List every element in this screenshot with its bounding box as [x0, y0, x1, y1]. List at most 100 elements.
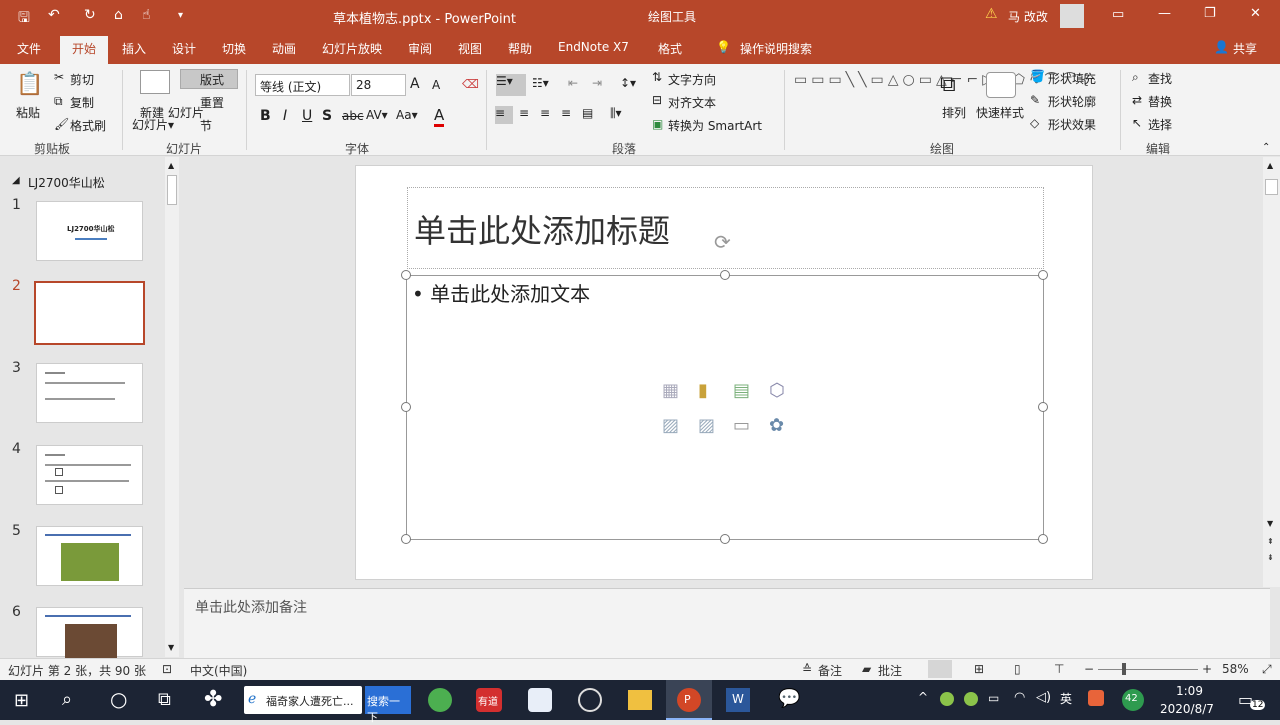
- body-placeholder-text[interactable]: • 单击此处添加文本: [412, 278, 590, 307]
- insert-chart-icon[interactable]: ▮: [698, 380, 708, 401]
- ime-indicator[interactable]: 英: [1060, 690, 1072, 707]
- minimize-button[interactable]: —: [1158, 6, 1171, 21]
- slide-thumbnail-5[interactable]: [36, 526, 143, 586]
- security-badge[interactable]: 42: [1122, 689, 1144, 711]
- shape-effects-button[interactable]: 形状效果: [1048, 116, 1096, 133]
- tab-animations[interactable]: 动画: [272, 40, 296, 57]
- 360-icon[interactable]: [428, 688, 452, 712]
- tab-home[interactable]: 开始: [60, 36, 109, 64]
- share-button[interactable]: 共享: [1233, 40, 1257, 57]
- notes-pane[interactable]: 单击此处添加备注: [184, 588, 1270, 658]
- shape-fill-button[interactable]: 形状填充: [1048, 70, 1096, 87]
- quick-styles-icon[interactable]: [986, 72, 1016, 98]
- align-text-icon[interactable]: ⊟: [652, 93, 662, 107]
- resize-handle[interactable]: [1038, 402, 1048, 412]
- change-case-icon[interactable]: Aa▾: [396, 108, 418, 122]
- start-icon[interactable]: ⊞: [14, 690, 29, 711]
- reset-button[interactable]: 重置: [200, 94, 224, 111]
- align-left-icon[interactable]: ≡: [495, 106, 513, 124]
- new-slide-icon[interactable]: [140, 70, 170, 94]
- smartart-icon[interactable]: ▣: [652, 117, 663, 131]
- resize-handle[interactable]: [1038, 534, 1048, 544]
- next-slide-icon[interactable]: ⇟: [1267, 553, 1274, 562]
- slide-thumbnail-2[interactable]: [34, 281, 145, 345]
- accessibility-icon[interactable]: ⊡: [162, 662, 172, 676]
- shadow-icon[interactable]: S: [322, 108, 332, 124]
- touch-mode-icon[interactable]: ☝: [142, 7, 151, 23]
- search-button[interactable]: 搜索一下: [365, 686, 411, 724]
- zoom-out-icon[interactable]: −: [1084, 662, 1094, 676]
- quick-styles-button[interactable]: 快速样式: [976, 104, 1024, 121]
- copy-button[interactable]: 复制: [70, 94, 94, 111]
- scroll-thumb[interactable]: [167, 175, 177, 205]
- font-size-select[interactable]: 28: [351, 74, 406, 96]
- battery-icon[interactable]: ▭: [988, 691, 999, 705]
- convert-smartart-button[interactable]: 转换为 SmartArt: [668, 117, 762, 134]
- avatar[interactable]: [1060, 4, 1084, 28]
- collapse-ribbon-icon[interactable]: ⌃: [1262, 142, 1270, 153]
- tray-app-icon[interactable]: [964, 692, 978, 706]
- thumbs-scrollbar[interactable]: ▲ ▼: [165, 157, 179, 657]
- customize-qat-icon[interactable]: ▾: [178, 10, 183, 21]
- rotate-handle-icon[interactable]: ⟳: [714, 230, 731, 254]
- slide-scrollbar[interactable]: ▲ ▼ ⇞ ⇟: [1263, 157, 1280, 587]
- slide-thumbnail-6[interactable]: [36, 607, 143, 658]
- obs-icon[interactable]: [578, 688, 602, 712]
- title-placeholder-text[interactable]: 单击此处添加标题: [414, 206, 670, 252]
- insert-3d-model-icon[interactable]: ⬡: [769, 380, 785, 401]
- slide-thumbnail-1[interactable]: LJ2700华山松: [36, 201, 143, 261]
- paste-button[interactable]: 粘贴: [16, 104, 40, 121]
- select-button[interactable]: 选择: [1148, 116, 1172, 133]
- insert-table-icon[interactable]: ▦: [662, 380, 679, 401]
- tab-design[interactable]: 设计: [172, 40, 196, 57]
- underline-icon[interactable]: U: [302, 108, 312, 124]
- ribbon-display-icon[interactable]: ▭: [1112, 7, 1124, 22]
- tab-transitions[interactable]: 切换: [222, 40, 246, 57]
- bold-icon[interactable]: B: [260, 108, 271, 124]
- increase-indent-icon[interactable]: ⇥: [592, 76, 602, 90]
- wechat-icon[interactable]: 💬: [778, 688, 800, 709]
- slide-canvas[interactable]: 单击此处添加标题 ⟳ • 单击此处添加文本 ▦ ▮ ▤ ⬡ ▨ ▨ ▭ ✿: [355, 165, 1093, 580]
- zoom-level[interactable]: 58%: [1222, 662, 1249, 676]
- fit-slide-icon[interactable]: ⤢: [1262, 662, 1272, 677]
- file-explorer-icon[interactable]: [628, 690, 652, 710]
- tab-insert[interactable]: 插入: [122, 40, 146, 57]
- justify-icon[interactable]: ≡: [561, 106, 571, 120]
- shapes-gallery[interactable]: ▭▭▭╲╲▭△○▭△⌐⌐▷⇩⬠∿⌒⌒{: [794, 70, 1090, 132]
- clear-format-icon[interactable]: ⌫: [462, 77, 479, 91]
- shape-effects-icon[interactable]: ◇: [1030, 116, 1039, 130]
- italic-icon[interactable]: I: [283, 108, 287, 124]
- insert-picture-icon[interactable]: ▨: [662, 415, 679, 436]
- title-placeholder[interactable]: 单击此处添加标题: [407, 187, 1044, 269]
- zoom-slider[interactable]: [1098, 669, 1198, 670]
- clock-time[interactable]: 1:09: [1176, 684, 1203, 698]
- volume-icon[interactable]: ◁): [1036, 690, 1051, 705]
- close-button[interactable]: ✕: [1250, 6, 1261, 21]
- section-button[interactable]: 节: [200, 117, 212, 134]
- restore-button[interactable]: ❐: [1204, 6, 1216, 21]
- content-placeholder[interactable]: • 单击此处添加文本 ▦ ▮ ▤ ⬡ ▨ ▨ ▭ ✿: [406, 275, 1044, 540]
- resize-handle[interactable]: [401, 534, 411, 544]
- scroll-thumb[interactable]: [1265, 179, 1278, 195]
- language[interactable]: 中文(中国): [190, 662, 247, 679]
- select-icon[interactable]: ↖: [1132, 116, 1142, 130]
- warning-icon[interactable]: ⚠: [985, 6, 998, 22]
- slideshow-view-icon[interactable]: ⊤: [1054, 662, 1064, 676]
- tab-review[interactable]: 审阅: [408, 40, 432, 57]
- cortana-icon[interactable]: ○: [110, 687, 127, 711]
- prev-slide-icon[interactable]: ⇞: [1267, 537, 1274, 546]
- undo-icon[interactable]: ↶: [48, 7, 60, 23]
- notes-icon[interactable]: ≙: [802, 662, 812, 676]
- powerpoint-taskbar-item[interactable]: P: [666, 680, 712, 720]
- save-icon[interactable]: 🖫: [18, 7, 30, 31]
- tab-format[interactable]: 格式: [658, 40, 682, 57]
- comments-toggle[interactable]: 批注: [878, 662, 902, 679]
- slideshow-icon[interactable]: ⌂: [114, 7, 123, 23]
- insert-video-icon[interactable]: ▭: [733, 415, 750, 436]
- replace-button[interactable]: 替换: [1148, 93, 1172, 110]
- reading-view-icon[interactable]: ▯: [1014, 662, 1021, 676]
- resize-handle[interactable]: [401, 270, 411, 280]
- resize-handle[interactable]: [401, 402, 411, 412]
- comments-icon[interactable]: ▰: [862, 662, 871, 676]
- user-name[interactable]: 马 改改: [1008, 8, 1048, 25]
